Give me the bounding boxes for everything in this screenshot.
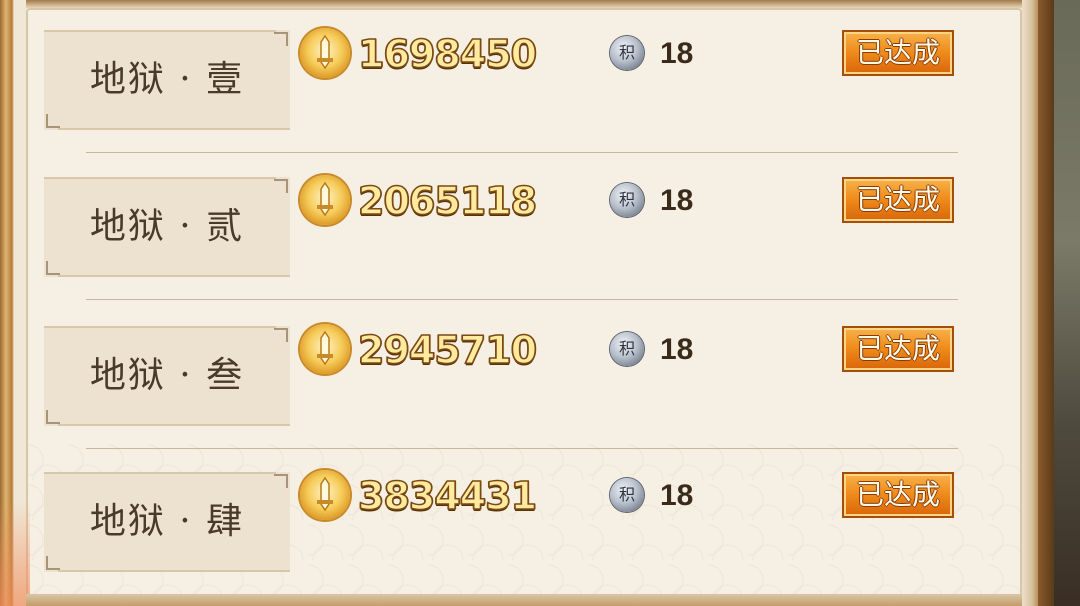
stage-name: 地狱 · 壹 <box>89 59 245 100</box>
stage-name: 地狱 · 贰 <box>89 206 245 247</box>
sword-medal-icon <box>300 28 350 78</box>
score-coin-icon: 积 <box>610 183 644 217</box>
score-coin-icon: 积 <box>610 332 644 366</box>
stage-name: 地狱 · 肆 <box>89 501 245 542</box>
stage-name: 地狱 · 叁 <box>89 355 245 396</box>
achieved-button[interactable]: 已达成 <box>842 177 954 223</box>
sword-medal-icon <box>300 324 350 374</box>
list-item: 地狱 · 贰 2065118 积 18 已达成 <box>28 147 1020 300</box>
score-value: 18 <box>660 37 694 70</box>
sword-medal-icon <box>300 470 350 520</box>
achieved-button[interactable]: 已达成 <box>842 472 954 518</box>
power-value: 2945710 <box>357 327 538 373</box>
bottom-glow <box>0 500 30 606</box>
power-value: 3834431 <box>357 473 538 519</box>
power-value: 2065118 <box>357 178 538 224</box>
achieved-button[interactable]: 已达成 <box>842 326 954 372</box>
panel-right-edge <box>1022 0 1038 606</box>
score-value: 18 <box>660 333 694 366</box>
stage-tag: 地狱 · 叁 <box>44 326 290 426</box>
score-value: 18 <box>660 184 694 217</box>
achieved-button[interactable]: 已达成 <box>842 30 954 76</box>
score-coin-icon: 积 <box>610 36 644 70</box>
stage-tag: 地狱 · 贰 <box>44 177 290 277</box>
list-item: 地狱 · 叁 2945710 积 18 已达成 <box>28 296 1020 449</box>
panel-bottom-edge <box>26 594 1022 606</box>
power-value: 1698450 <box>357 31 538 77</box>
score-value: 18 <box>660 479 694 512</box>
background-scenery <box>1054 0 1080 606</box>
frame-edge <box>1038 0 1054 606</box>
list-item: 地狱 · 壹 1698450 积 18 已达成 <box>28 0 1020 153</box>
score-coin-icon: 积 <box>610 478 644 512</box>
stage-tag: 地狱 · 肆 <box>44 472 290 572</box>
list-item: 地狱 · 肆 3834431 积 18 已达成 <box>28 442 1020 588</box>
stage-tag: 地狱 · 壹 <box>44 30 290 130</box>
sword-medal-icon <box>300 175 350 225</box>
